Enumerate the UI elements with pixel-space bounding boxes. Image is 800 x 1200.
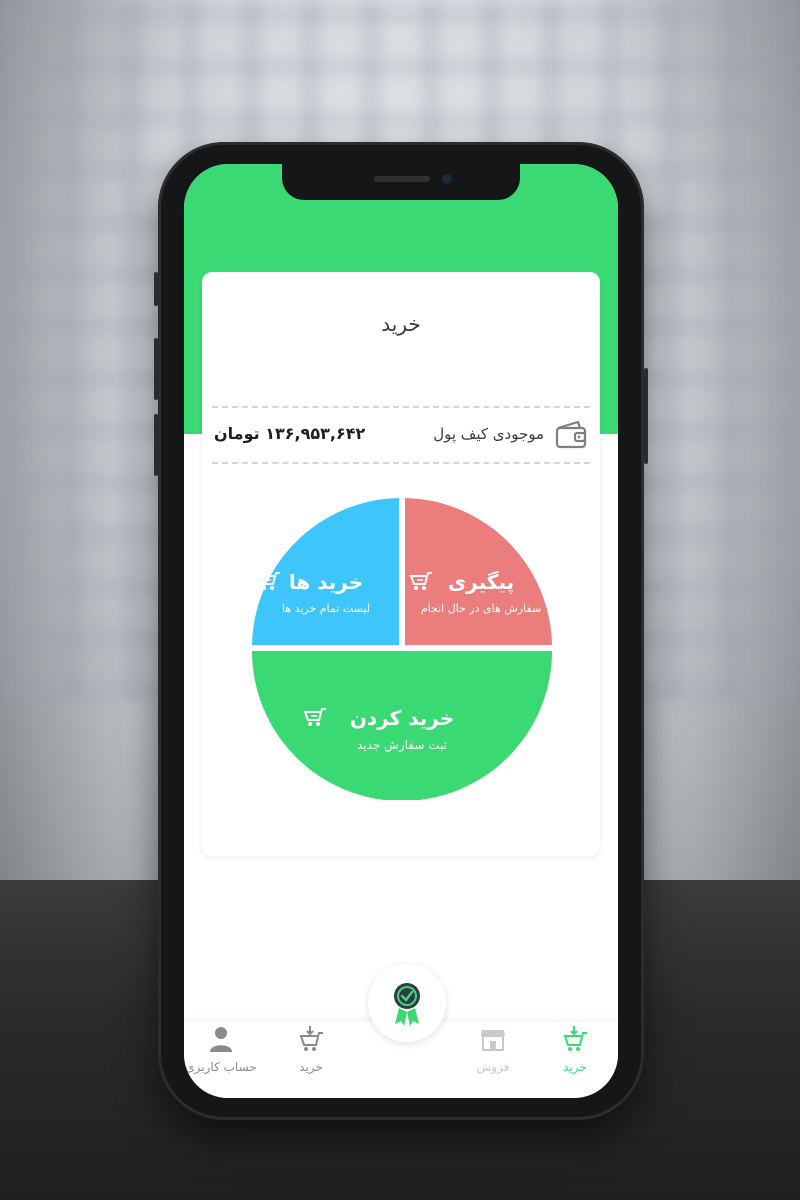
volume-up-button <box>154 338 158 400</box>
wallet-icon <box>555 420 587 449</box>
action-pie: پیگیری سفارش های در حال انجام خرید ها لی… <box>250 496 554 800</box>
buy-subtitle: ثبت سفارش جدید <box>357 738 447 752</box>
purchases-title: خرید ها <box>288 570 364 594</box>
nav-label-buy: خرید <box>563 1060 587 1074</box>
cart-icon <box>303 708 326 726</box>
purchases-button[interactable]: خرید ها لیست تمام خرید ها <box>256 570 396 615</box>
verified-badge-icon <box>394 983 420 1026</box>
camera <box>442 174 452 184</box>
cart-download-icon <box>563 1026 587 1051</box>
user-icon <box>210 1027 232 1052</box>
volume-down-button <box>154 414 158 476</box>
phone-frame: خرید موجودی کیف پول ۱۳۶,۹۵۳,۶۴۲ تومان پی… <box>154 142 648 1120</box>
nav-label-sell: فروش <box>476 1060 510 1074</box>
wallet-label: موجودی کیف پول <box>433 425 544 443</box>
purchases-subtitle: لیست تمام خرید ها <box>281 602 371 615</box>
nav-item-sell[interactable]: فروش <box>448 1024 538 1074</box>
notch <box>282 164 520 200</box>
cart-icon <box>257 572 280 590</box>
page-title: خرید <box>381 312 421 336</box>
buy-title: خرید کردن <box>349 706 455 730</box>
center-badge-button[interactable] <box>368 964 446 1042</box>
cart-download-icon <box>299 1026 323 1051</box>
purchase-card: خرید موجودی کیف پول ۱۳۶,۹۵۳,۶۴۲ تومان پی… <box>202 272 600 856</box>
nav-item-buy-active[interactable]: خرید <box>530 1024 618 1074</box>
nav-label-buy-2: خرید <box>299 1060 323 1074</box>
power-button <box>644 368 648 464</box>
wallet-balance: ۱۳۶,۹۵۳,۶۴۲ تومان <box>214 424 366 443</box>
speaker <box>374 176 430 182</box>
nav-item-account[interactable]: حساب کاربری <box>184 1024 266 1074</box>
phone-screen: خرید موجودی کیف پول ۱۳۶,۹۵۳,۶۴۲ تومان پی… <box>184 164 618 1098</box>
follow-up-button[interactable]: پیگیری سفارش های در حال انجام <box>408 570 554 615</box>
wallet-balance-row[interactable]: موجودی کیف پول ۱۳۶,۹۵۳,۶۴۲ تومان <box>212 406 590 464</box>
cart-icon <box>409 572 432 590</box>
mute-switch <box>154 272 158 306</box>
follow-up-subtitle: سفارش های در حال انجام <box>420 602 542 615</box>
pie-graphic <box>252 498 552 800</box>
buy-button[interactable]: خرید کردن ثبت سفارش جدید <box>302 706 502 752</box>
nav-label-account: حساب کاربری <box>185 1060 257 1074</box>
nav-item-buy[interactable]: خرید <box>266 1024 356 1074</box>
store-icon <box>481 1030 505 1051</box>
follow-up-title: پیگیری <box>447 570 515 594</box>
